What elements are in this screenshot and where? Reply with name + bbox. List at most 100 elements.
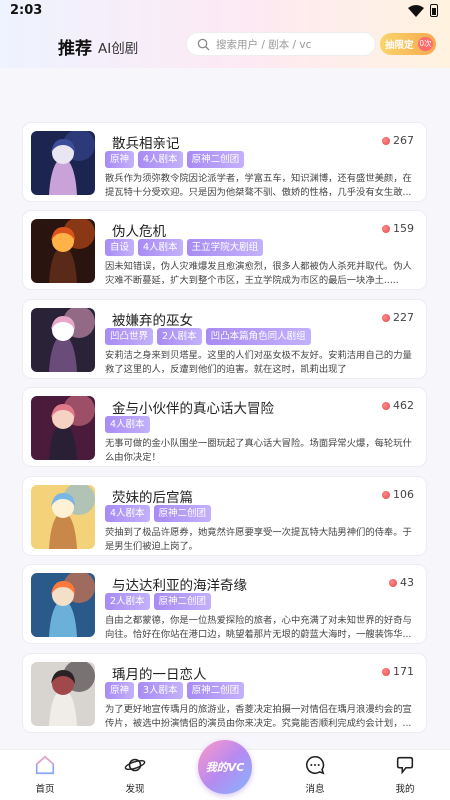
tag-list: 4人剧本 原神二创团 <box>105 505 212 522</box>
script-title: 被嫌弃的巫女 <box>112 313 193 329</box>
script-title: 金与小伙伴的真心话大冒险 <box>112 401 274 417</box>
heat-number: 227 <box>393 311 414 324</box>
center-vc-button[interactable]: 我的VC <box>198 740 252 794</box>
script-cover-image[interactable] <box>31 485 95 549</box>
tag-chip[interactable]: 王立学院大剧组 <box>186 239 264 256</box>
cover-art <box>31 396 95 460</box>
lottery-button[interactable]: 抽限定 0次 <box>380 33 436 55</box>
tag-chip[interactable]: 2人剧本 <box>105 593 150 610</box>
heat-count: 171 <box>382 665 414 678</box>
script-description: 为了更好地宣传瑀月的旅游业，香菱决定拍摄一对情侣在瑀月浪漫约会的宣传片，被选中扮… <box>105 704 412 729</box>
heat-icon <box>382 136 390 145</box>
script-cover-image[interactable] <box>31 396 95 460</box>
script-description: 自由之都蒙德，你是一位热爱探险的旅者，心中充满了对未知世界的好奇与向往。恰好在你… <box>105 615 412 640</box>
profile-icon <box>396 756 414 775</box>
script-card[interactable]: 散兵相亲记 267 原神 4人剧本 原神二创团 散兵作为须弥教令院因论派学者，学富五车，知… <box>22 122 427 202</box>
search-input[interactable]: 搜索用户 / 剧本 / vc <box>186 32 376 56</box>
cover-art <box>31 308 95 372</box>
heat-count: 267 <box>382 134 414 147</box>
script-title: 与达达利亚的海洋奇缘 <box>112 578 247 594</box>
tag-chip[interactable]: 凹凸世界 <box>105 328 154 345</box>
heat-icon <box>382 667 390 676</box>
script-card[interactable]: 瑀月的一日恋人 171 原神 3人剧本 原神二创团 为了更好地宣传瑀月的旅游业，香菱决定拍… <box>22 653 427 733</box>
script-title: 荧妹的后宫篇 <box>112 490 193 506</box>
heat-icon <box>389 578 397 587</box>
cover-art <box>31 662 95 726</box>
tag-list: 原神 3人剧本 原神二创团 <box>105 682 245 699</box>
home-icon <box>35 755 55 775</box>
tag-chip[interactable]: 4人剧本 <box>138 151 183 168</box>
script-title: 伪人危机 <box>112 224 166 240</box>
cover-art <box>31 573 95 637</box>
cover-art <box>31 485 95 549</box>
tag-chip[interactable]: 自设 <box>105 239 135 256</box>
heat-icon <box>382 490 390 499</box>
wifi-icon <box>408 4 424 17</box>
search-icon <box>197 38 210 51</box>
tag-chip[interactable]: 原神二创团 <box>186 682 245 699</box>
script-cover-image[interactable] <box>31 308 95 372</box>
status-time: 2:03 <box>10 3 43 18</box>
tag-chip[interactable]: 凹凸本篇角色同人剧组 <box>205 328 311 345</box>
battery-icon <box>430 4 438 17</box>
lottery-label: 抽限定 <box>385 40 414 51</box>
tag-chip[interactable]: 3人剧本 <box>138 682 183 699</box>
tab-recommend[interactable]: 推荐 <box>58 34 92 59</box>
heat-count: 227 <box>382 311 414 324</box>
status-icons <box>408 4 438 17</box>
script-cover-image[interactable] <box>31 573 95 637</box>
tag-chip[interactable]: 原神二创团 <box>153 505 212 522</box>
heat-icon <box>382 313 390 322</box>
tag-chip[interactable]: 原神 <box>105 151 135 168</box>
lottery-count-badge: 0次 <box>418 37 433 51</box>
script-card[interactable]: 金与小伙伴的真心话大冒险 462 4人剧本无事可做的金小队围坐一圈玩起了真心话大冒险… <box>22 387 427 467</box>
status-bar: 2:03 <box>0 0 450 22</box>
tag-chip[interactable]: 2人剧本 <box>157 328 202 345</box>
heat-number: 462 <box>393 399 414 412</box>
script-cover-image[interactable] <box>31 219 95 283</box>
script-description: 安莉洁之身来到贝塔星。这里的人们对巫女极不友好。安莉洁用自己的力量救了这里的人，… <box>105 350 412 375</box>
tag-chip[interactable]: 原神 <box>105 682 135 699</box>
script-card[interactable]: 与达达利亚的海洋奇缘 43 2人剧本 原神二创团自由之都蒙德，你是一位热爱探险的旅者，… <box>22 564 427 644</box>
heat-number: 106 <box>393 488 414 501</box>
nav-mine-label: 我的 <box>395 784 415 795</box>
search-placeholder: 搜索用户 / 剧本 / vc <box>216 38 312 51</box>
tag-list: 凹凸世界 2人剧本 凹凸本篇角色同人剧组 <box>105 328 311 345</box>
script-cover-image[interactable] <box>31 131 95 195</box>
tag-chip[interactable]: 原神二创团 <box>186 151 245 168</box>
tag-chip[interactable]: 4人剧本 <box>138 239 183 256</box>
planet-icon <box>124 758 146 772</box>
script-card[interactable]: 被嫌弃的巫女 227 凹凸世界 2人剧本 凹凸本篇角色同人剧组安莉洁之身来到贝塔星。这里… <box>22 299 427 379</box>
script-cover-image[interactable] <box>31 662 95 726</box>
cover-art <box>31 219 95 283</box>
nav-messages-label: 消息 <box>305 784 325 795</box>
nav-discover-label: 发现 <box>125 784 145 795</box>
tag-chip[interactable]: 4人剧本 <box>105 416 150 433</box>
heat-count: 462 <box>382 399 414 412</box>
heat-number: 43 <box>400 576 414 589</box>
nav-messages[interactable]: 消息 <box>285 754 345 795</box>
tab-ai-create[interactable]: AI创剧 <box>98 37 138 57</box>
nav-discover[interactable]: 发现 <box>105 754 165 795</box>
script-description: 荧抽到了极品许愿券，她竟然许愿要享受一次提瓦特大陆男神们的侍奉。于是男生们被迫上… <box>105 527 412 552</box>
script-description: 散兵作为须弥教令院因论派学者，学富五车，知识渊博，还有盛世美颜，在提瓦特十分受欢… <box>105 173 412 198</box>
heat-number: 159 <box>393 222 414 235</box>
tag-list: 4人剧本 <box>105 416 150 433</box>
script-card[interactable]: 伪人危机 159 自设 4人剧本 王立学院大剧组因未知错误，伪人灾难爆发且愈演愈烈，很多… <box>22 210 427 290</box>
tag-chip[interactable]: 原神二创团 <box>153 593 212 610</box>
tag-list: 2人剧本 原神二创团 <box>105 593 212 610</box>
cover-art <box>31 131 95 195</box>
script-description: 无事可做的金小队围坐一圈玩起了真心话大冒险。场面异常火爆，每轮玩什么由你决定！ <box>105 438 412 463</box>
heat-number: 267 <box>393 134 414 147</box>
heat-number: 171 <box>393 665 414 678</box>
script-card[interactable]: 荧妹的后宫篇 106 4人剧本 原神二创团荧抽到了极品许愿券，她竟然许愿要享受一次提瓦… <box>22 476 427 556</box>
script-description: 因未知错误，伪人灾难爆发且愈演愈烈，很多人都被伪人杀死并取代。伪人灾难不断蔓延，… <box>105 261 412 286</box>
tag-chip[interactable]: 4人剧本 <box>105 505 150 522</box>
nav-mine[interactable]: 我的 <box>375 754 435 795</box>
message-bubble-icon <box>306 755 325 775</box>
heat-icon <box>382 401 390 410</box>
nav-home[interactable]: 首页 <box>15 754 75 795</box>
tag-list: 自设 4人剧本 王立学院大剧组 <box>105 239 264 256</box>
heat-count: 159 <box>382 222 414 235</box>
heat-count: 106 <box>382 488 414 501</box>
